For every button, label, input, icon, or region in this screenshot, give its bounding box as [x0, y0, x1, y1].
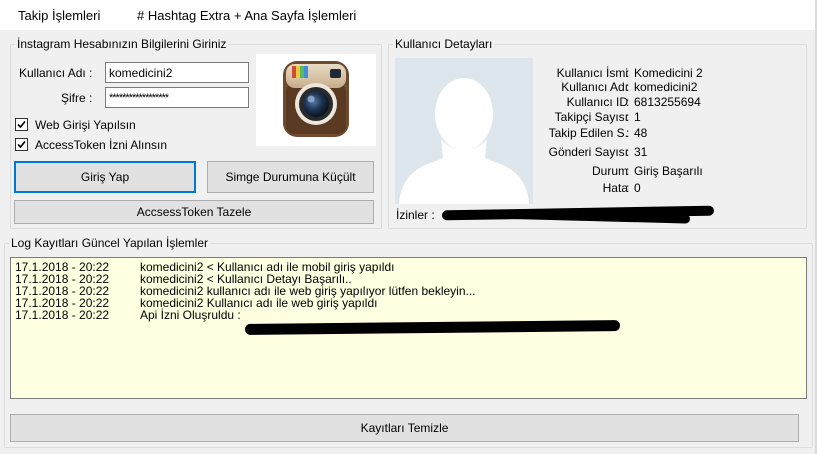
- detail-separator: :: [626, 126, 630, 140]
- web-login-label: Web Girişi Yapılsın: [35, 118, 136, 132]
- detail-row-durum: Durum : Giriş Başarılı: [520, 164, 706, 178]
- checkmark-icon: [17, 120, 26, 129]
- detail-label: Takipçi Sayısı: [554, 110, 628, 124]
- checkmark-icon: [17, 140, 26, 149]
- detail-label: Kullanıcı Adı: [561, 80, 628, 94]
- detail-row-hata: Hata : 0: [520, 181, 706, 195]
- user-details-legend: Kullanıcı Detayları: [395, 37, 493, 51]
- detail-label: Gönderi Sayısı: [548, 145, 628, 159]
- detail-row-takip-edilen: Takip Edilen S. : 48: [520, 126, 706, 140]
- password-field[interactable]: [105, 87, 249, 108]
- detail-separator: :: [626, 164, 630, 178]
- detail-value: Giriş Başarılı: [634, 164, 703, 178]
- clear-logs-button[interactable]: Kayıtları Temizle: [10, 414, 799, 442]
- detail-label: Kullanıcı İsmi: [556, 66, 628, 80]
- detail-row-kullanici-ismi: Kullanıcı İsmi : Komedicini 2: [520, 66, 706, 80]
- detail-value: komedicini2: [634, 80, 698, 94]
- detail-label: Takip Edilen S.: [548, 126, 628, 140]
- detail-value: 48: [634, 126, 648, 140]
- minimize-button[interactable]: Simge Durumuna Küçült: [207, 161, 374, 193]
- detail-row-kullanici-adi: Kullanıcı Adı : komedicini2: [520, 80, 706, 94]
- accesstoken-checkbox[interactable]: [15, 138, 28, 151]
- password-label: Şifre :: [61, 91, 93, 105]
- default-user-silhouette-icon: [395, 58, 533, 204]
- accesstoken-label: AccessToken İzni Alınsın: [35, 138, 168, 152]
- detail-separator: :: [626, 66, 630, 80]
- detail-label: Durum: [591, 164, 628, 178]
- refresh-token-button[interactable]: AccsessToken Tazele: [14, 200, 374, 224]
- detail-separator: :: [626, 181, 630, 195]
- log-text: Api İzni Oluşruldu :: [140, 308, 241, 322]
- detail-row-gonderi-sayisi: Gönderi Sayısı : 31: [520, 145, 706, 159]
- log-group-legend: Log Kayıtları Güncel Yapılan İşlemler: [11, 236, 208, 250]
- detail-separator: :: [626, 80, 630, 94]
- permissions-label: İzinler :: [396, 208, 435, 222]
- detail-separator: :: [626, 110, 630, 124]
- detail-value: 31: [634, 145, 648, 159]
- detail-row-takipci-sayisi: Takipçi Sayısı : 1: [520, 110, 706, 124]
- detail-value: 0: [634, 181, 641, 195]
- detail-label: Kullanıcı ID: [566, 95, 628, 109]
- detail-row-kullanici-id: Kullanıcı ID : 6813255694: [520, 95, 706, 109]
- detail-value: 6813255694: [634, 95, 701, 109]
- detail-separator: :: [626, 95, 630, 109]
- detail-separator: :: [626, 145, 630, 159]
- detail-value: 1: [634, 110, 641, 124]
- log-line: 17.1.2018 - 20:22 komedicini2 Kullanıcı a…: [15, 297, 802, 309]
- tab-strip: Takip İşlemleri # Hashtag Extra + Ana Sa…: [0, 0, 817, 30]
- log-line: 17.1.2018 - 20:22 komedicini2 < Kullanıcı…: [15, 261, 802, 273]
- username-label: Kullanıcı Adı :: [19, 66, 93, 80]
- log-line: 17.1.2018 - 20:22 Api İzni Oluşruldu :: [15, 309, 802, 321]
- instagram-camera-icon: [256, 54, 376, 146]
- log-line: 17.1.2018 - 20:22 komedicini2 kullanıcı a…: [15, 285, 802, 297]
- login-button[interactable]: Giriş Yap: [14, 161, 196, 193]
- tab-takip-islemleri[interactable]: Takip İşlemleri: [18, 8, 100, 23]
- detail-label: Hata: [602, 181, 628, 195]
- username-field[interactable]: [105, 62, 249, 83]
- tab-hashtag-extra[interactable]: # Hashtag Extra + Ana Sayfa İşlemleri: [137, 8, 356, 23]
- log-time: 17.1.2018 - 20:22: [15, 308, 110, 322]
- login-group-legend: İnstagram Hesabınızın Bilgilerini Girini…: [17, 37, 227, 51]
- web-login-checkbox[interactable]: [15, 118, 28, 131]
- detail-value: Komedicini 2: [634, 66, 703, 80]
